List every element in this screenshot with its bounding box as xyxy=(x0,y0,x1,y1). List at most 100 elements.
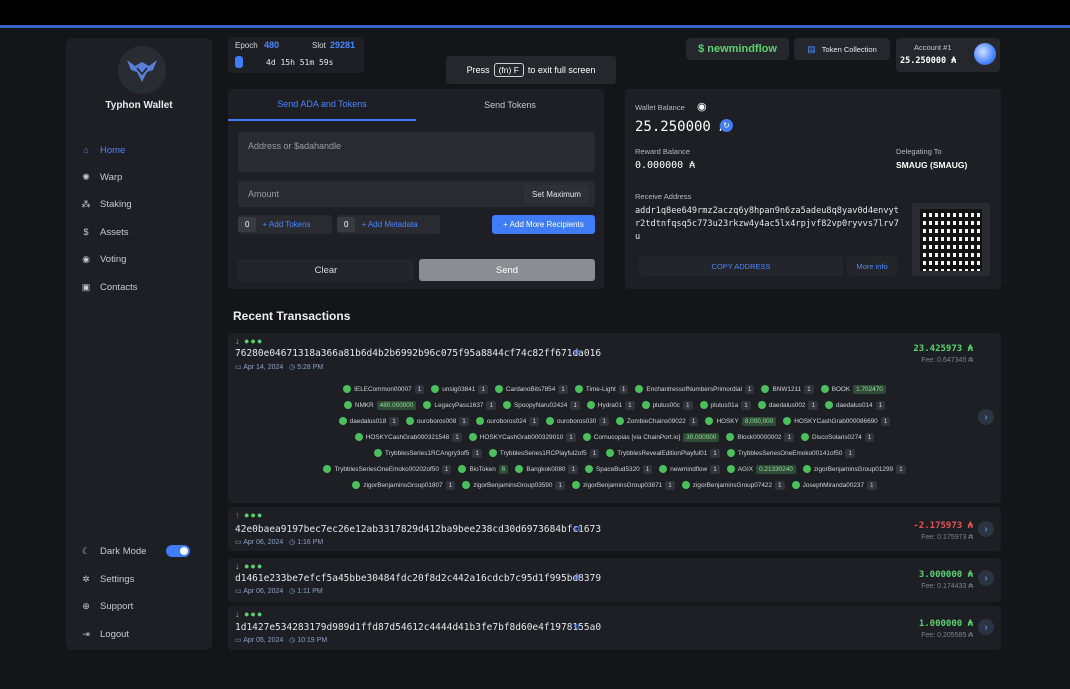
token-received-icon xyxy=(635,385,644,393)
token-chip[interactable]: ZombieChains09022 1 xyxy=(615,416,699,426)
token-chip[interactable]: IELECommon00007 1 xyxy=(343,384,425,394)
chevron-right-icon[interactable]: › xyxy=(978,521,994,537)
sidebar-item-staking[interactable]: ⁂ Staking xyxy=(80,196,132,212)
transaction-item[interactable]: ↓ ●●● 1d1427e534283179d989d1ffd87d54612c… xyxy=(228,606,1001,650)
token-chip[interactable]: BioToken 6 xyxy=(458,464,509,474)
token-chip[interactable]: HOSKYCashGrab000329010 1 xyxy=(468,432,576,442)
token-chip[interactable]: HOSKYCashGrab000086690 1 xyxy=(783,416,891,426)
token-chip[interactable]: TrybblesSeriesOneEmoko00202of50 1 xyxy=(323,464,452,474)
token-chip[interactable]: Bangkok0080 1 xyxy=(515,464,578,474)
token-chip[interactable]: Hydra01 1 xyxy=(586,400,635,410)
set-maximum-button[interactable]: Set Maximum xyxy=(524,185,589,203)
fullscreen-notice: Press (fn) F to exit full screen xyxy=(446,56,616,84)
token-chip[interactable]: ouroboros030 1 xyxy=(545,416,609,426)
receive-address: addr1q8ee649rmz2aczq6y8hpan9n6za5adeu8q8… xyxy=(635,206,899,242)
token-chip[interactable]: TrybblesRevealEditionPlayful01 1 xyxy=(606,448,720,458)
token-chip[interactable]: zigorBenjaminsGroup03590 1 xyxy=(462,480,565,490)
transaction-item[interactable]: ↓ ●●● 76280e04671318a366a81b6d4b2b6992b9… xyxy=(228,333,1001,503)
sidebar-item-home[interactable]: ⌂ Home xyxy=(80,142,125,158)
send-button[interactable]: Send xyxy=(419,259,595,281)
token-chip[interactable]: daedalus018 1 xyxy=(338,416,399,426)
tab-send-tokens[interactable]: Send Tokens xyxy=(416,89,604,121)
account-selector[interactable]: Account #1 25.250000 ₳ xyxy=(896,38,1000,72)
token-chip[interactable]: EnchantressofNumbersPrimordial 1 xyxy=(635,384,755,394)
token-chip[interactable]: zigorBenjaminsGroup01807 1 xyxy=(352,480,456,490)
token-chip[interactable]: CardanoBits7854 1 xyxy=(494,384,568,394)
copy-icon[interactable]: ⧉ xyxy=(574,573,580,583)
copy-address-button[interactable]: COPY ADDRESS xyxy=(639,256,843,276)
more-info-button[interactable]: More info xyxy=(847,256,897,276)
sidebar-item-voting[interactable]: ◉ Voting xyxy=(80,251,126,267)
token-chip[interactable]: TrybblesSeriesOneEmoko00141of50 1 xyxy=(726,448,855,458)
add-recipients-button[interactable]: + Add More Recipients xyxy=(492,215,595,234)
token-chip[interactable]: plutus01a 1 xyxy=(699,400,751,410)
token-collection-button[interactable]: ▤ Token Collection xyxy=(794,38,890,60)
copy-icon[interactable]: ⧉ xyxy=(574,524,580,534)
token-chip[interactable]: Block00000002 1 xyxy=(726,432,794,442)
refresh-icon[interactable]: ↻ xyxy=(720,119,733,132)
tab-send-ada[interactable]: Send ADA and Tokens xyxy=(228,89,416,121)
token-chip[interactable]: TrybblesSeries1RCAngry3of5 1 xyxy=(374,448,482,458)
token-chip[interactable]: LegacyPass1637 1 xyxy=(423,400,497,410)
dark-mode-label: Dark Mode xyxy=(100,545,147,557)
token-chip[interactable]: ouroboros024 1 xyxy=(475,416,539,426)
token-quantity: 8,000,000 xyxy=(741,416,777,426)
copy-icon[interactable]: ⧉ xyxy=(574,348,580,358)
tx-fee: Fee: 0.174433 ₳ xyxy=(921,583,973,590)
sidebar-item-assets[interactable]: $ Assets xyxy=(80,224,128,240)
token-received-icon xyxy=(462,481,471,489)
token-chip[interactable]: NMKR 480.000000 xyxy=(343,400,417,410)
token-chip[interactable]: DiscoSolaris0274 1 xyxy=(801,432,875,442)
dark-mode-toggle[interactable] xyxy=(166,545,190,557)
token-chip[interactable]: Time-Light 1 xyxy=(574,384,629,394)
token-quantity: 1 xyxy=(710,448,720,458)
token-chip[interactable]: BNW1211 1 xyxy=(761,384,814,394)
token-chip[interactable]: ouroboros008 1 xyxy=(405,416,469,426)
chevron-right-icon[interactable]: › xyxy=(978,570,994,586)
token-chip[interactable]: SpaceBud5320 1 xyxy=(585,464,653,474)
token-chip[interactable]: Cornucopias [via ChainPort.io] 30.000000 xyxy=(582,432,720,442)
tx-token-list: IELECommon00007 1 unsig03841 1 CardanoBits78… xyxy=(228,381,1001,493)
copy-icon[interactable]: ⧉ xyxy=(574,622,580,632)
token-chip[interactable]: zigorBenjaminsGroup03871 1 xyxy=(571,480,675,490)
token-chip[interactable]: daedalus014 1 xyxy=(825,400,886,410)
token-chip[interactable]: HOSKYCashGrab000321548 1 xyxy=(354,432,462,442)
chevron-right-icon[interactable]: › xyxy=(978,619,994,635)
token-chip[interactable]: HOSKY 8,000,000 xyxy=(705,416,777,426)
fullscreen-key: (fn) F xyxy=(493,63,524,77)
add-metadata-group[interactable]: 0 + Add Metadata xyxy=(337,215,440,234)
token-received-icon xyxy=(494,385,503,393)
moon-icon: ☾ xyxy=(81,545,91,556)
sidebar-item-contacts[interactable]: ▣ Contacts xyxy=(80,279,138,295)
wallet-balance: 25.250000 ₳ xyxy=(635,119,728,135)
token-chip[interactable]: zigorBenjaminsGroup07422 1 xyxy=(681,480,785,490)
token-quantity: 1 xyxy=(665,480,675,490)
token-received-icon xyxy=(825,401,833,409)
transaction-item[interactable]: ↑ ●●● 42e0baea9197bec7ec26e12ab3317829d4… xyxy=(228,507,1001,551)
eye-icon[interactable]: ◉ xyxy=(697,100,707,113)
token-chip[interactable]: plutus00c 1 xyxy=(641,400,693,410)
sidebar-item-settings[interactable]: ✲ Settings xyxy=(80,571,134,587)
token-received-icon xyxy=(820,385,829,393)
token-chip[interactable]: newmindflow 1 xyxy=(659,464,720,474)
reward-balance: 0.000000 ₳ xyxy=(635,160,696,171)
token-chip[interactable]: BOOK 1.702470 xyxy=(820,384,886,394)
token-chip[interactable]: AGIX 0.21330240 xyxy=(726,464,796,474)
token-chip[interactable]: JosephMiranda00237 1 xyxy=(791,480,877,490)
token-chip[interactable]: daedalus002 1 xyxy=(757,400,818,410)
token-quantity: 1 xyxy=(599,416,609,426)
token-chip[interactable]: TrybblesSeries1RCPlayful2of5 1 xyxy=(488,448,600,458)
add-tokens-group[interactable]: 0 + Add Tokens xyxy=(238,215,332,234)
token-received-icon xyxy=(586,401,595,409)
address-input[interactable]: Address or $adahandle xyxy=(238,132,595,172)
adahandle-button[interactable]: $ newmindflow xyxy=(686,38,789,60)
token-chip[interactable]: unsig03841 1 xyxy=(431,384,488,394)
token-chip[interactable]: zigorBenjaminsGroup01299 1 xyxy=(802,464,906,474)
token-chip[interactable]: SpoopyNaru02424 1 xyxy=(503,400,580,410)
transaction-item[interactable]: ↓ ●●● d1461e233be7efcf5a45bbe30484fdc20f… xyxy=(228,558,1001,602)
clear-button[interactable]: Clear xyxy=(238,259,414,281)
sidebar-item-warp[interactable]: ✺ Warp xyxy=(80,169,122,185)
token-row: IELECommon00007 1 unsig03841 1 CardanoBits78… xyxy=(228,381,1001,397)
sidebar-item-logout[interactable]: ⇥ Logout xyxy=(80,626,129,642)
sidebar-item-support[interactable]: ⊕ Support xyxy=(80,598,133,614)
